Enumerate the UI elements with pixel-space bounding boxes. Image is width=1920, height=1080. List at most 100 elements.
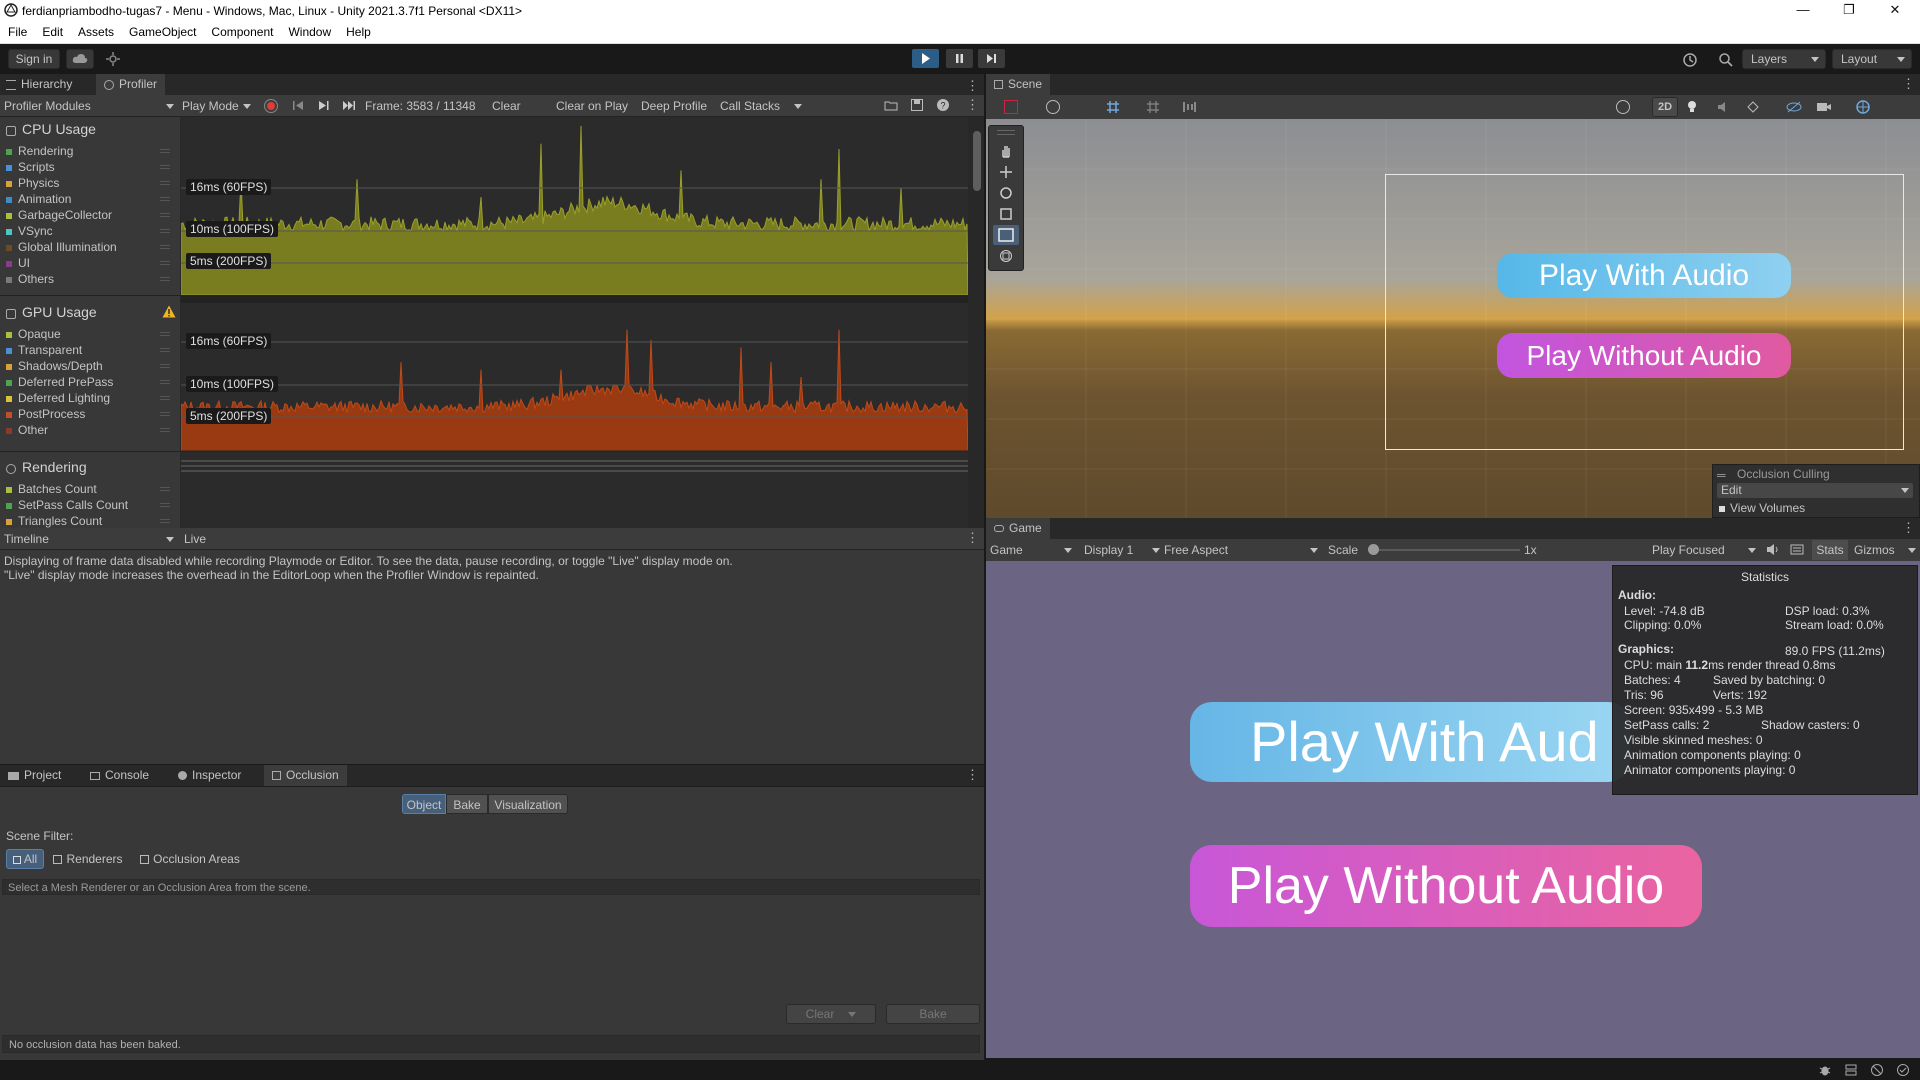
drag-handle-icon[interactable] [160,380,170,384]
drag-handle-icon[interactable] [160,412,170,416]
drag-handle-icon[interactable] [160,277,170,281]
deep-profile-toggle[interactable]: Deep Profile [641,99,707,113]
cpu-legend-item[interactable]: VSync [6,223,176,239]
drag-handle-icon[interactable] [160,364,170,368]
first-frame-icon[interactable] [292,100,304,114]
layout-dropdown[interactable]: Layout [1832,49,1912,69]
transform-tool-icon[interactable] [999,249,1013,266]
play-mode-dropdown[interactable]: Play Mode [182,99,251,113]
cache-server-icon[interactable] [1844,1063,1858,1080]
bug-icon[interactable] [1818,1063,1832,1080]
gpu-legend-item[interactable]: Deferred PrePass [6,374,176,390]
scrollbar-thumb[interactable] [973,131,981,191]
tab-console[interactable]: Console [82,765,157,786]
scene-play-without-audio-button[interactable]: Play Without Audio [1497,333,1791,378]
keyboard-icon[interactable] [1790,543,1804,559]
2d-toggle[interactable]: 2D [1652,97,1678,117]
more-icon[interactable]: ⋮ [1902,76,1915,92]
cpu-legend-item[interactable]: UI [6,255,176,271]
drag-handle-icon[interactable] [160,519,170,523]
scale-slider-thumb[interactable] [1368,544,1379,555]
view-volumes-toggle[interactable]: View Volumes [1719,501,1805,515]
menu-file[interactable]: File [0,22,34,39]
drag-handle-icon[interactable] [160,245,170,249]
segment-bake[interactable]: Bake [446,794,488,814]
tab-inspector[interactable]: Inspector [170,765,249,786]
drag-handle-icon[interactable] [160,229,170,233]
cpu-legend-item[interactable]: GarbageCollector [6,207,176,223]
menu-help[interactable]: Help [338,22,378,39]
occlusion-mode-dropdown[interactable]: Edit [1717,483,1913,498]
next-frame-icon[interactable] [318,100,330,114]
cpu-usage-header[interactable]: CPU Usage [6,121,96,137]
hand-tool-icon[interactable] [999,144,1013,161]
layers-dropdown[interactable]: Layers [1742,49,1826,69]
gizmo-globe-icon[interactable] [1856,100,1870,117]
more-icon[interactable]: ⋮ [966,767,979,783]
minimize-button[interactable]: — [1780,0,1826,22]
gpu-legend-item[interactable]: Shadows/Depth [6,358,176,374]
rendering-header[interactable]: Rendering [6,459,87,475]
shading-icon[interactable] [1616,100,1630,114]
drag-handle-icon[interactable] [160,213,170,217]
close-button[interactable]: ✕ [1872,0,1918,22]
scene-view[interactable]: Play With Audio Play Without Audio ═ Occ… [986,119,1920,518]
tab-scene[interactable]: Scene [986,74,1051,95]
scale-slider[interactable] [1368,544,1520,555]
cpu-legend-item[interactable]: Physics [6,175,176,191]
pause-button[interactable] [946,49,973,68]
drag-handle-icon[interactable] [160,428,170,432]
tab-hierarchy[interactable]: Hierarchy [0,74,80,95]
gpu-legend-item[interactable]: Transparent [6,342,176,358]
more-icon[interactable]: ⋮ [1902,520,1915,536]
more-icon[interactable]: ⋮ [966,530,979,546]
play-button[interactable] [912,49,939,68]
occlusion-clear-button[interactable]: Clear [786,1004,876,1024]
call-stacks-dropdown[interactable]: Call Stacks [720,99,803,113]
gizmos-dropdown[interactable]: Gizmos [1854,543,1916,557]
load-icon[interactable] [884,98,898,115]
last-frame-icon[interactable] [342,100,356,114]
camera-icon[interactable] [1816,100,1832,117]
save-icon[interactable] [910,98,924,115]
occlusion-bake-button[interactable]: Bake [886,1004,980,1024]
profiler-modules-dropdown[interactable]: Profiler Modules [4,99,174,113]
hidden-objects-icon[interactable] [1786,100,1802,117]
warning-icon[interactable] [162,305,176,321]
rendering-legend-item[interactable]: SetPass Calls Count [6,497,176,513]
cpu-legend-item[interactable]: Rendering [6,143,176,159]
progress-icon[interactable] [1870,1063,1884,1080]
more-icon[interactable]: ⋮ [966,78,979,94]
drag-handle-icon[interactable] [160,503,170,507]
record-button[interactable] [264,99,278,113]
rendering-legend-item[interactable]: Triangles Count [6,513,176,529]
tab-game[interactable]: Game [986,518,1050,539]
game-view-dropdown[interactable]: Game [990,543,1072,557]
gpu-legend-item[interactable]: Opaque [6,326,176,342]
filter-occlusion-areas[interactable]: Occlusion Areas [132,849,248,869]
tab-profiler[interactable]: Profiler [96,74,166,95]
tab-project[interactable]: Project [0,765,69,786]
gpu-legend-item[interactable]: PostProcess [6,406,176,422]
drag-handle-icon[interactable] [160,197,170,201]
menu-gameobject[interactable]: GameObject [121,22,203,39]
check-icon[interactable] [1896,1063,1910,1080]
more-icon[interactable]: ⋮ [966,97,979,113]
step-button[interactable] [978,49,1005,68]
stats-toggle[interactable]: Stats [1812,540,1848,560]
move-tool-icon[interactable] [999,165,1013,182]
segment-visualization[interactable]: Visualization [488,794,568,814]
drag-handle-icon[interactable] [160,332,170,336]
segment-object[interactable]: Object [402,794,446,814]
filter-renderers[interactable]: Renderers [48,849,128,869]
drag-handle-icon[interactable] [160,149,170,153]
drag-handle-icon[interactable] [160,396,170,400]
scene-play-with-audio-button[interactable]: Play With Audio [1497,253,1791,298]
collab-icon[interactable] [106,52,120,66]
drag-handle-icon[interactable] [160,261,170,265]
maximize-button[interactable]: ❐ [1826,0,1872,22]
drag-handle-icon[interactable] [160,348,170,352]
menu-assets[interactable]: Assets [70,22,121,39]
scale-tool-icon[interactable] [999,207,1013,224]
drag-handle-icon[interactable] [160,181,170,185]
